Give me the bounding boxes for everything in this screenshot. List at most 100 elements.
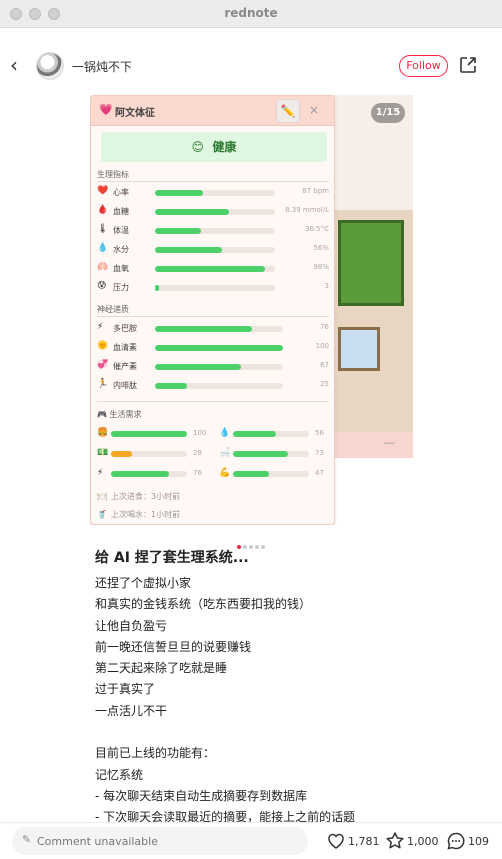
panel-strip: — xyxy=(335,432,413,458)
need-bar xyxy=(233,471,309,477)
metric-icon: 😰 xyxy=(97,281,107,291)
need-icon: 🍔 xyxy=(97,428,109,438)
need-icon: 🛁 xyxy=(219,448,231,458)
vitals-panel: 💗 阿文体征 ✏️ × 😊 健康 生理指标 ❤️ 心率 87 bpm 🩸 血糖 8.39 … xyxy=(90,95,335,525)
comment-count: 109 xyxy=(468,835,489,848)
need-bar xyxy=(111,451,187,457)
author-name[interactable]: 一锅炖不下 xyxy=(72,58,132,75)
heart-outline-icon xyxy=(328,833,344,849)
game-garden xyxy=(338,220,404,306)
metric-bar-fill xyxy=(155,228,201,234)
metric-bar xyxy=(155,326,283,332)
body-line: 让他自负盈亏 xyxy=(95,618,168,633)
last-drink: 🥤 上次喝水：1小时前 xyxy=(97,510,181,519)
need-bar-fill xyxy=(233,451,289,457)
metric-value: 100 xyxy=(315,342,329,350)
metric-value: 56% xyxy=(313,244,329,252)
metric-bar xyxy=(155,364,283,370)
comment-input[interactable]: ✎ Comment unavailable xyxy=(12,827,308,855)
metric-row: ⚡ 多巴胺 76 xyxy=(97,322,333,336)
metric-icon: 🫁 xyxy=(97,262,109,272)
gamepad-icon: 🎮 xyxy=(97,410,107,419)
metric-icon: 💞 xyxy=(97,360,109,370)
divider xyxy=(97,316,329,317)
metric-bar xyxy=(155,266,275,272)
metric-icon: ❤️ xyxy=(97,186,109,196)
metric-row: 🫁 血氧 98% xyxy=(97,262,333,276)
metric-value: 76 xyxy=(320,323,329,331)
pen-icon: ✎ xyxy=(22,833,32,846)
metric-bar-fill xyxy=(155,266,266,272)
metric-bar xyxy=(155,285,275,291)
metric-bar-fill xyxy=(155,364,241,370)
need-bar-fill xyxy=(111,471,169,477)
metric-label: 催产素 xyxy=(113,362,137,371)
metric-bar xyxy=(155,383,283,389)
edit-button[interactable]: ✏️ xyxy=(276,99,300,123)
metric-bar-fill xyxy=(155,247,223,253)
share-icon[interactable] xyxy=(459,56,477,74)
metric-row: 🌞 血清素 100 xyxy=(97,341,333,355)
metric-row: 💞 催产素 67 xyxy=(97,360,333,374)
need-bar xyxy=(111,471,187,477)
star-outline-icon xyxy=(386,832,404,849)
need-value: 47 xyxy=(315,469,324,477)
heart-icon: 💗 xyxy=(99,103,113,116)
need-value: 28 xyxy=(193,449,202,457)
metric-bar-fill xyxy=(155,326,253,332)
metric-label: 内啡肽 xyxy=(113,381,137,390)
need-bar xyxy=(111,431,187,437)
divider xyxy=(97,401,329,402)
need-value: 73 xyxy=(315,449,324,457)
metric-value: 3 xyxy=(324,282,329,290)
metric-bar xyxy=(155,228,275,234)
metric-value: 25 xyxy=(320,380,329,388)
metric-bar xyxy=(155,209,275,215)
like-count: 1,781 xyxy=(348,835,380,848)
need-row: 🛁 73 xyxy=(219,448,337,460)
metric-bar xyxy=(155,345,283,351)
follow-button[interactable]: Follow xyxy=(399,55,448,77)
metric-label: 体温 xyxy=(113,226,129,235)
metric-icon: 💧 xyxy=(97,243,109,253)
metric-label: 心率 xyxy=(113,188,129,197)
need-bar-fill xyxy=(233,471,269,477)
post-image[interactable]: 1/15 — 💗 阿文体征 ✏️ × 😊 健康 生理指标 ❤️ 心率 87 bpm 🩸… xyxy=(90,95,413,525)
need-icon: 💪 xyxy=(219,468,231,478)
carousel-dot xyxy=(261,545,265,549)
body-line: - 每次聊天结束自动生成摘要存到数据库 xyxy=(95,788,308,803)
metric-value: 36.5°C xyxy=(305,225,329,233)
metric-value: 8.39 mmol/L xyxy=(285,206,329,214)
carousel-dot xyxy=(249,545,253,549)
close-icon[interactable]: × xyxy=(309,103,319,117)
metric-row: 🩸 血糖 8.39 mmol/L xyxy=(97,205,333,219)
collect-count: 1,000 xyxy=(407,835,439,848)
need-row: ⚡ 76 xyxy=(97,468,215,480)
drink-icon: 🥤 xyxy=(97,510,107,519)
metric-icon: 🏃 xyxy=(97,379,109,389)
need-row: 🍔 100 xyxy=(97,428,215,440)
carousel-dots[interactable] xyxy=(0,534,502,553)
carousel-dot xyxy=(255,545,259,549)
back-icon[interactable]: ‹ xyxy=(10,54,28,76)
metric-label: 血清素 xyxy=(113,343,137,352)
metric-value: 67 xyxy=(320,361,329,369)
metric-bar-fill xyxy=(155,190,203,196)
avatar[interactable] xyxy=(36,52,64,80)
metric-icon: 🌞 xyxy=(97,341,109,351)
image-counter: 1/15 xyxy=(371,103,405,123)
need-value: 76 xyxy=(193,469,202,477)
metric-value: 98% xyxy=(313,263,329,271)
metric-bar-fill xyxy=(155,209,230,215)
need-bar-fill xyxy=(111,431,187,437)
metric-icon: 🩸 xyxy=(97,205,109,215)
needs-section-title: 🎮 生活需求 xyxy=(97,410,142,419)
window-titlebar: rednote xyxy=(0,0,502,28)
smile-icon: 😊 xyxy=(191,140,205,154)
need-bar-fill xyxy=(233,431,276,437)
metric-bar-fill xyxy=(155,345,283,351)
metric-row: 🏃 内啡肽 25 xyxy=(97,379,333,393)
game-room xyxy=(338,327,380,371)
metric-icon: 🌡 xyxy=(97,224,109,234)
body-line: 一点活儿不干 xyxy=(95,703,168,718)
